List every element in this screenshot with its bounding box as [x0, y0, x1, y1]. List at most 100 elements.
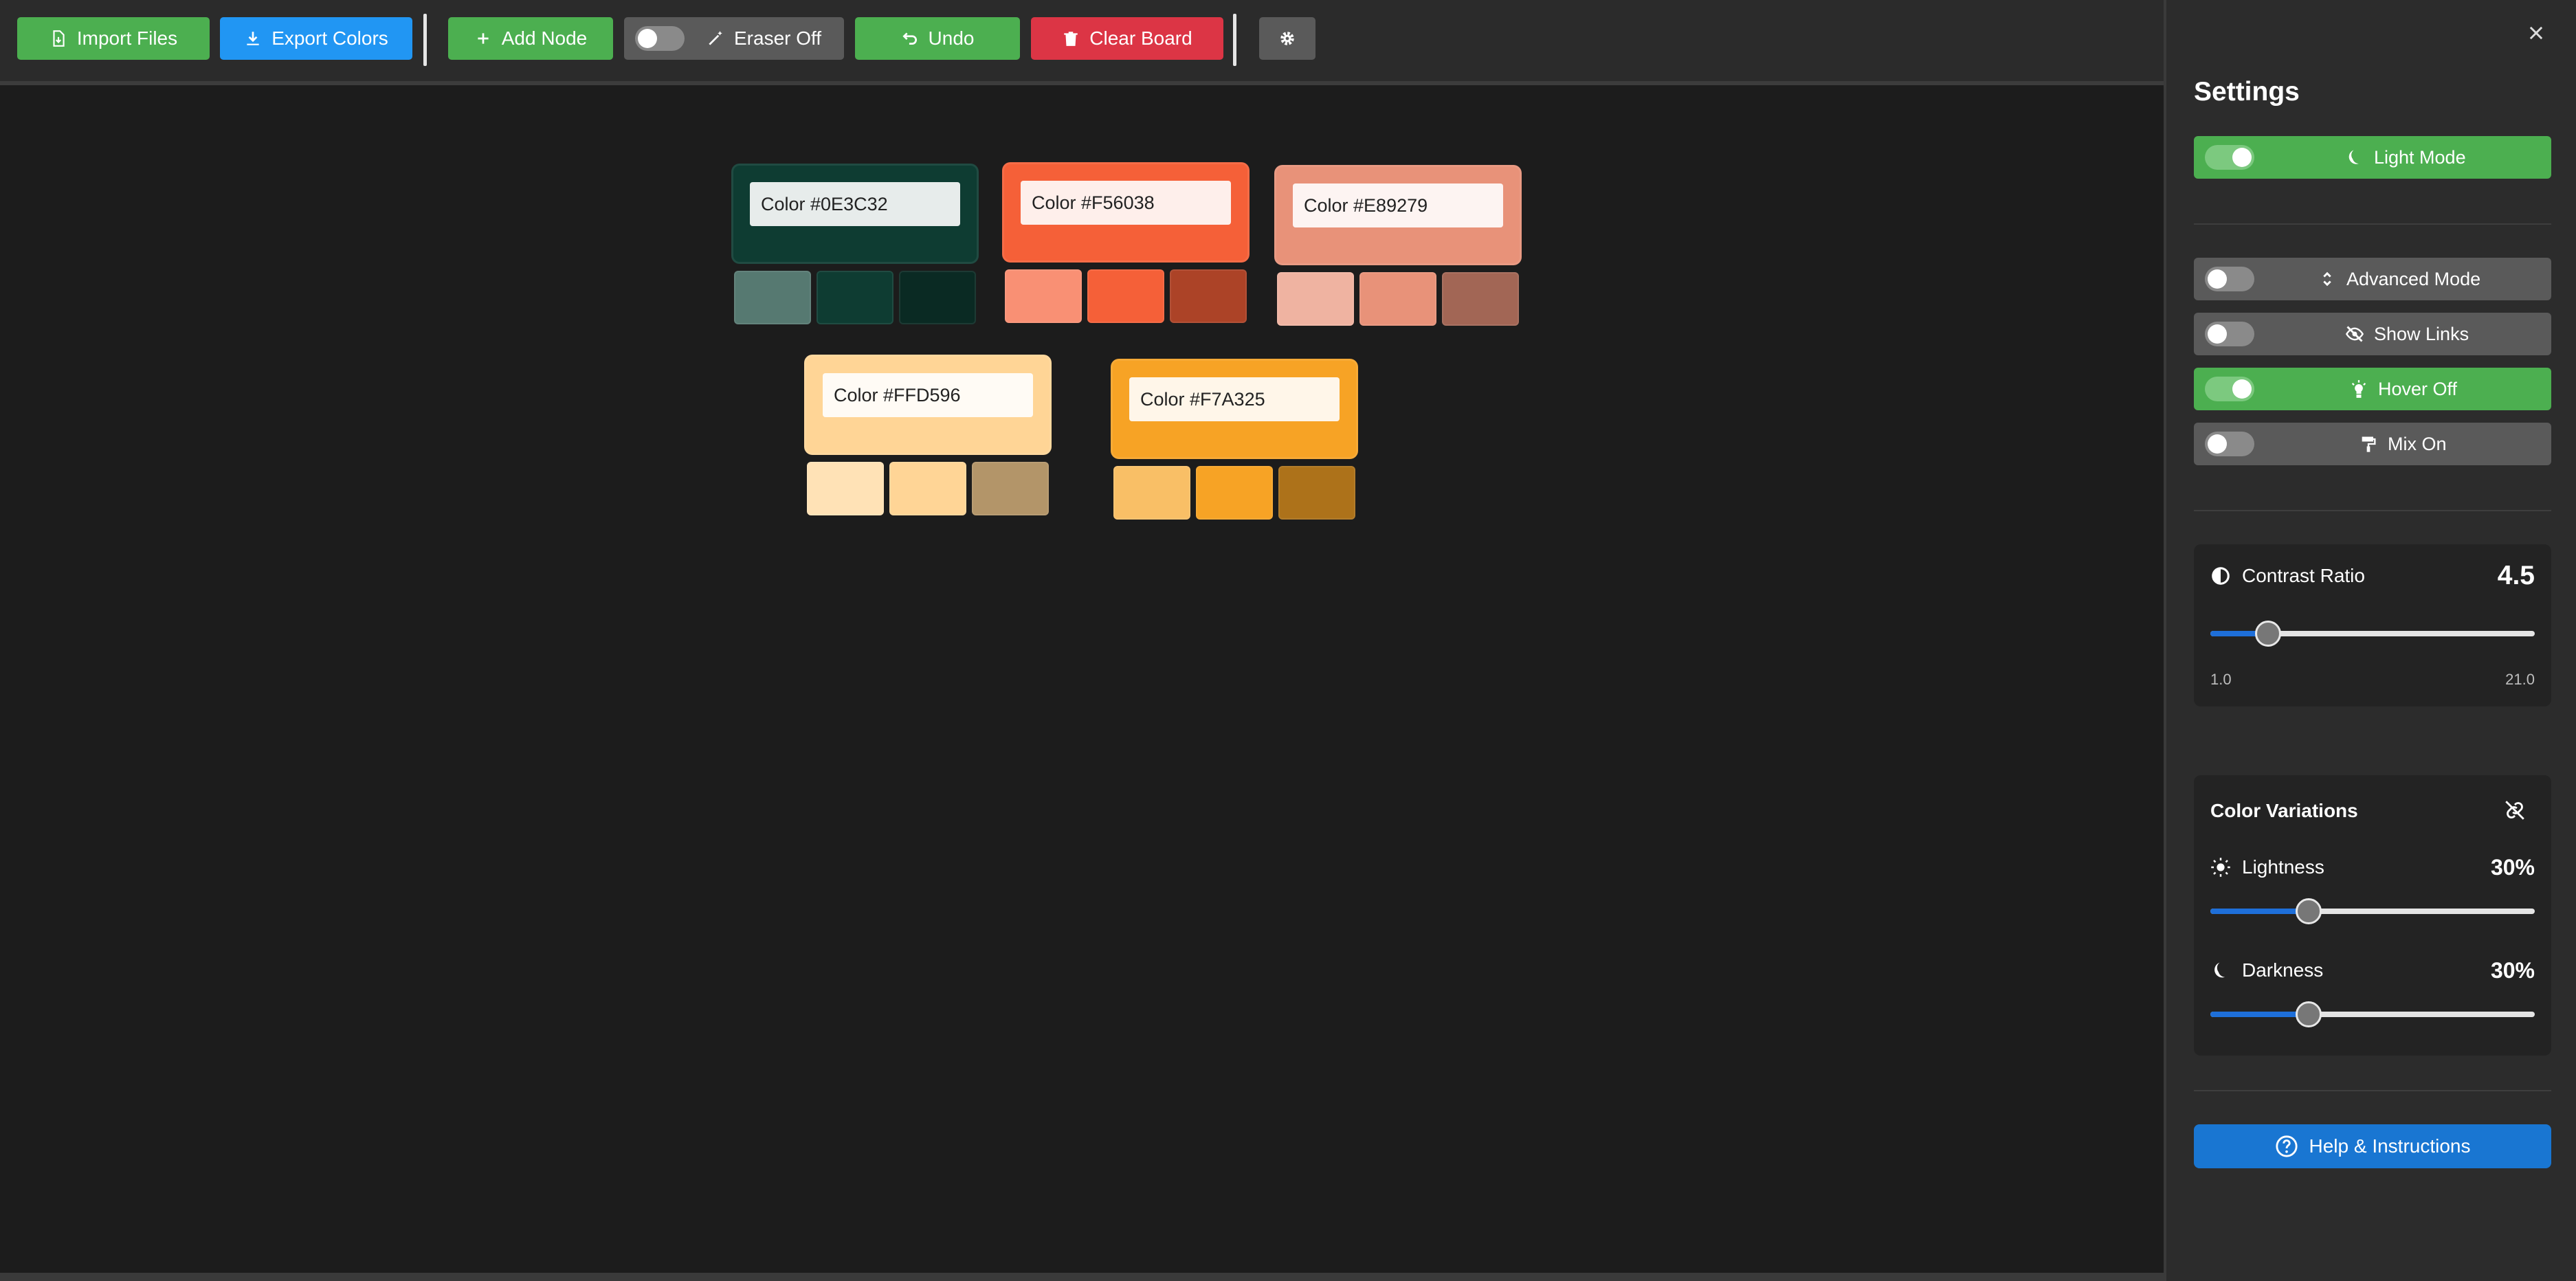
contrast-value: 4.5 — [2497, 561, 2535, 590]
darkness-slider[interactable] — [2210, 1001, 2535, 1028]
node-label-input[interactable]: Color #F56038 — [1021, 181, 1231, 225]
darkness-title: Darkness — [2210, 959, 2323, 981]
swatch-darker[interactable] — [899, 271, 976, 324]
advanced-mode-label: Advanced Mode — [2346, 268, 2481, 289]
horizontal-scrollbar[interactable] — [0, 1273, 2164, 1281]
swatch-base[interactable] — [1196, 466, 1273, 520]
contrast-slider[interactable] — [2210, 620, 2535, 647]
darkness-value: 30% — [2490, 958, 2535, 983]
darkness-label: Darkness — [2242, 959, 2324, 981]
hover-switch[interactable] — [2205, 377, 2254, 401]
lightness-title: Lightness — [2210, 856, 2324, 878]
mix-toggle[interactable]: Mix On — [2194, 423, 2551, 465]
import-files-label: Import Files — [76, 27, 178, 49]
node-header[interactable]: Color #F7A325 — [1111, 359, 1358, 459]
slider-thumb[interactable] — [2254, 621, 2281, 647]
node-header[interactable]: Color #E89279 — [1274, 165, 1522, 265]
color-node[interactable]: Color #F7A325 — [1111, 359, 1358, 520]
color-node[interactable]: Color #0E3C32 — [731, 164, 979, 324]
contrast-min-label: 1.0 — [2210, 671, 2232, 688]
node-label-input[interactable]: Color #0E3C32 — [750, 182, 960, 226]
mix-switch[interactable] — [2205, 432, 2254, 456]
help-instructions-button[interactable]: Help & Instructions — [2194, 1124, 2551, 1168]
settings-panel: Settings Light Mode Advanced Mode Show L… — [2164, 0, 2576, 1281]
show-links-switch[interactable] — [2205, 322, 2254, 346]
node-header[interactable]: Color #F56038 — [1002, 162, 1250, 263]
node-label-input[interactable]: Color #F7A325 — [1129, 377, 1340, 421]
divider — [2194, 510, 2551, 511]
settings-title: Settings — [2194, 77, 2300, 107]
swatch-base[interactable] — [1359, 272, 1436, 326]
download-icon — [247, 32, 259, 45]
node-header[interactable]: Color #FFD596 — [804, 355, 1052, 455]
node-header[interactable]: Color #0E3C32 — [731, 164, 979, 264]
swatch-base[interactable] — [889, 462, 966, 515]
hover-toggle[interactable]: Hover Off — [2194, 368, 2551, 410]
color-variations-title: Color Variations — [2210, 800, 2358, 821]
swatch-lighter[interactable] — [1113, 466, 1190, 520]
lightness-value: 30% — [2490, 855, 2535, 880]
lightness-slider[interactable] — [2210, 898, 2535, 925]
light-mode-toggle[interactable]: Light Mode — [2194, 136, 2551, 179]
export-colors-label: Export Colors — [271, 27, 388, 49]
add-node-button[interactable]: Add Node — [448, 17, 613, 60]
hover-label: Hover Off — [2378, 378, 2458, 399]
moon-icon — [2349, 150, 2359, 164]
slider-thumb[interactable] — [2295, 898, 2322, 924]
eraser-toggle[interactable]: Eraser Off — [624, 17, 844, 60]
advanced-mode-switch[interactable] — [2205, 267, 2254, 291]
slider-fill — [2210, 909, 2308, 914]
clear-board-label: Clear Board — [1089, 27, 1192, 49]
node-swatches — [1111, 466, 1358, 520]
eraser-switch[interactable] — [635, 26, 685, 51]
paint-roller-icon — [2362, 436, 2376, 452]
swatch-lighter[interactable] — [1005, 269, 1082, 323]
close-icon[interactable] — [2527, 23, 2546, 43]
swatch-lighter[interactable] — [807, 462, 884, 515]
lightness-label: Lightness — [2242, 856, 2324, 878]
settings-button[interactable] — [1259, 17, 1315, 60]
export-colors-button[interactable]: Export Colors — [220, 17, 412, 60]
clear-board-button[interactable]: Clear Board — [1031, 17, 1223, 60]
board-canvas[interactable]: Color #0E3C32 Color #F56038 Color #E8927… — [0, 85, 2164, 1273]
magic-wand-icon — [709, 31, 722, 45]
node-swatches — [1002, 269, 1250, 323]
mix-label: Mix On — [2388, 433, 2447, 454]
show-links-toggle[interactable]: Show Links — [2194, 313, 2551, 355]
advanced-mode-toggle[interactable]: Advanced Mode — [2194, 258, 2551, 300]
swatch-base[interactable] — [1087, 269, 1164, 323]
gear-icon — [1280, 32, 1294, 45]
add-node-label: Add Node — [501, 27, 588, 49]
swatch-darker[interactable] — [1170, 269, 1247, 323]
color-node[interactable]: Color #E89279 — [1274, 165, 1522, 326]
adjust-icon — [2212, 567, 2230, 585]
node-label-input[interactable]: Color #FFD596 — [823, 373, 1033, 417]
swatch-darker[interactable] — [972, 462, 1049, 515]
unlink-icon[interactable] — [2503, 799, 2527, 822]
undo-button[interactable]: Undo — [855, 17, 1020, 60]
eye-slash-icon — [2345, 326, 2364, 342]
sun-icon — [2211, 858, 2230, 877]
slider-fill — [2210, 1012, 2308, 1017]
trash-icon — [1064, 32, 1078, 46]
color-node[interactable]: Color #F56038 — [1002, 162, 1250, 323]
slider-thumb[interactable] — [2295, 1001, 2322, 1027]
undo-icon — [902, 32, 917, 45]
node-label-input[interactable]: Color #E89279 — [1293, 183, 1503, 227]
swatch-darker[interactable] — [1442, 272, 1519, 326]
help-label: Help & Instructions — [2309, 1135, 2471, 1157]
show-links-label: Show Links — [2374, 323, 2469, 344]
moon-icon — [2214, 962, 2225, 978]
swatch-darker[interactable] — [1278, 466, 1355, 520]
swatch-base[interactable] — [817, 271, 893, 324]
toolbar: Import Files Export Colors Add Node Eras… — [0, 0, 2164, 85]
node-swatches — [731, 271, 979, 324]
import-files-button[interactable]: Import Files — [17, 17, 210, 60]
swatch-lighter[interactable] — [734, 271, 811, 324]
color-variations-card: Color Variations Lightness 30% Darkness … — [2194, 775, 2551, 1056]
color-node[interactable]: Color #FFD596 — [804, 355, 1052, 515]
light-mode-switch[interactable] — [2205, 145, 2254, 170]
node-swatches — [1274, 272, 1522, 326]
swatch-lighter[interactable] — [1277, 272, 1354, 326]
question-circle-icon — [2275, 1135, 2298, 1157]
